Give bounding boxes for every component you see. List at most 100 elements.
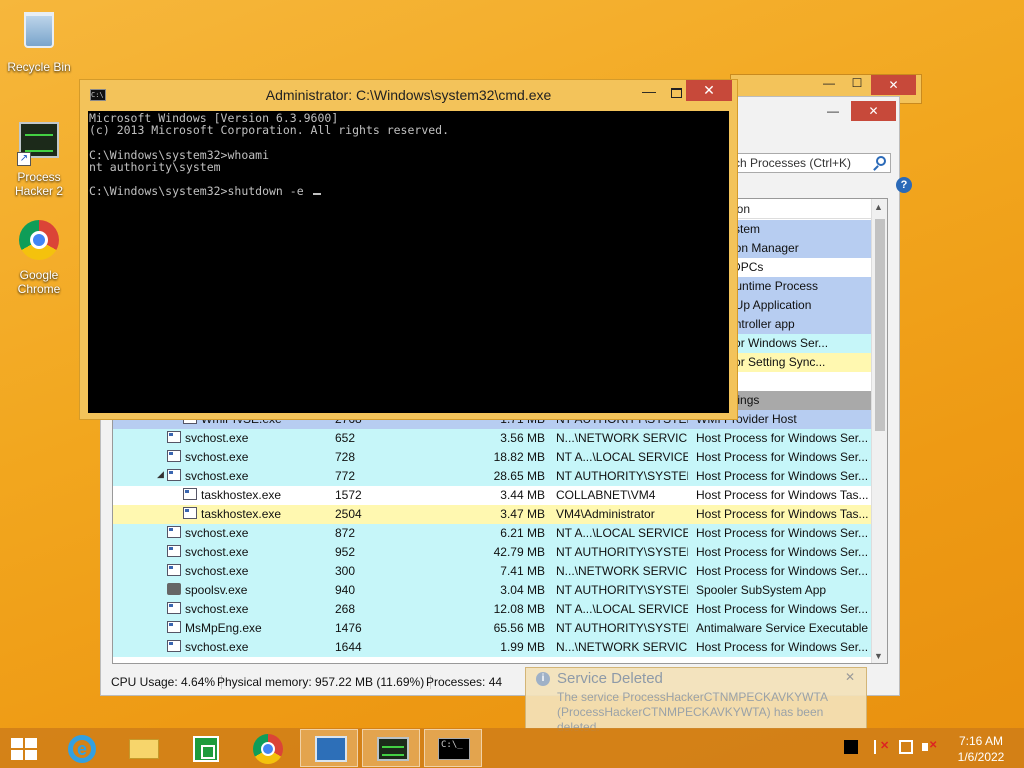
maximize-button[interactable]: [671, 88, 682, 98]
taskbar-process-hacker[interactable]: [362, 729, 420, 767]
table-row[interactable]: taskhostex.exe 2504 3.47 MB VM4\Administrat…: [113, 505, 873, 524]
table-row[interactable]: svchost.exe 268 12.08 MB NT A...\LOCAL SERV…: [113, 600, 873, 619]
physical-memory: Physical memory: 957.22 MB (11.69%): [217, 675, 432, 689]
network-status-icon[interactable]: [899, 740, 913, 754]
network-app-icon: [315, 736, 347, 762]
search-placeholder: ch Processes (Ctrl+K): [734, 156, 852, 170]
process-name: svchost.exe: [185, 564, 249, 578]
recycle-bin-icon: [17, 12, 61, 56]
process-name: svchost.exe: [185, 450, 249, 464]
process-pid: 1644: [335, 640, 362, 654]
process-user: NT A...\LOCAL SERVICE: [556, 526, 688, 540]
process-icon: [183, 488, 197, 500]
process-memory: 7.41 MB: [500, 564, 545, 578]
taskbar-network-app[interactable]: [300, 729, 358, 767]
process-description: Host Process for Windows Ser...: [696, 640, 869, 654]
process-user: NT AUTHORITY\SYSTEM: [556, 583, 688, 597]
process-memory: 1.99 MB: [500, 640, 545, 654]
cpu-usage: CPU Usage: 4.64%: [111, 675, 223, 689]
taskbar-file-explorer[interactable]: [114, 729, 172, 767]
process-memory: 6.21 MB: [500, 526, 545, 540]
clock-time: 7:16 AM: [958, 734, 1004, 748]
table-row[interactable]: taskhostex.exe 1572 3.44 MB COLLABNET\VM4 Ho…: [113, 486, 873, 505]
maximize-button[interactable]: [823, 101, 851, 121]
desktop-icon-google-chrome[interactable]: Google Chrome: [4, 218, 74, 296]
table-row[interactable]: spoolsv.exe 940 3.04 MB NT AUTHORITY\SYSTEM…: [113, 581, 873, 600]
process-pid: 1572: [335, 488, 362, 502]
process-name: MsMpEng.exe: [185, 621, 262, 635]
volume-muted-icon[interactable]: [922, 740, 937, 754]
console-output[interactable]: Microsoft Windows [Version 6.3.9600] (c)…: [88, 111, 729, 413]
table-row[interactable]: svchost.exe 728 18.82 MB NT A...\LOCAL SERV…: [113, 448, 873, 467]
process-name: svchost.exe: [185, 640, 249, 654]
folder-icon: [129, 739, 159, 759]
table-row[interactable]: ◢ svchost.exe 772 28.65 MB NT AUTHORITY\SYST…: [113, 467, 873, 486]
process-user: N...\NETWORK SERVICE: [556, 564, 688, 578]
taskbar-store[interactable]: [176, 729, 234, 767]
process-count: Processes: 44: [426, 675, 503, 689]
desktop-icon-process-hacker[interactable]: ↗ Process Hacker 2: [4, 118, 74, 198]
process-description: Host Process for Windows Ser...: [696, 564, 869, 578]
process-icon: [167, 450, 181, 462]
taskbar-chrome[interactable]: [238, 729, 296, 767]
action-center-flag-icon[interactable]: [874, 739, 889, 754]
desktop-icon-label: Google Chrome: [17, 268, 61, 296]
process-pid: 300: [335, 564, 356, 578]
process-pid: 268: [335, 602, 356, 616]
clock-date: 1/6/2022: [957, 750, 1005, 764]
process-memory: 12.08 MB: [493, 602, 545, 616]
process-description: Spooler SubSystem App: [696, 583, 827, 597]
close-button[interactable]: ✕: [871, 75, 916, 95]
process-description: Host Process for Windows Ser...: [696, 526, 869, 540]
scroll-up-icon[interactable]: ▲: [874, 202, 883, 212]
clock[interactable]: 7:16 AM 1/6/2022: [950, 733, 1012, 765]
store-icon: [193, 736, 219, 762]
table-row[interactable]: MsMpEng.exe 1476 65.56 MB NT AUTHORITY\SYST…: [113, 619, 873, 638]
help-icon[interactable]: ?: [896, 177, 912, 193]
process-pid: 652: [335, 431, 356, 445]
notification-close-button[interactable]: ✕: [845, 670, 855, 684]
process-hacker-icon: [377, 737, 409, 761]
cmd-window[interactable]: C:\ Administrator: C:\Windows\system32\c…: [79, 79, 738, 420]
maximize-button[interactable]: ☐: [843, 73, 871, 93]
taskbar-internet-explorer[interactable]: e: [52, 729, 110, 767]
table-row[interactable]: svchost.exe 872 6.21 MB NT A...\LOCAL SERVI…: [113, 524, 873, 543]
process-name: spoolsv.exe: [185, 583, 248, 597]
process-icon: [167, 431, 181, 443]
search-processes-input[interactable]: ch Processes (Ctrl+K): [729, 153, 891, 173]
process-icon: [167, 526, 181, 538]
close-button[interactable]: ✕: [686, 80, 732, 101]
desktop-icon-recycle-bin[interactable]: Recycle Bin: [4, 8, 74, 74]
tree-expander-icon[interactable]: ◢: [157, 469, 164, 480]
vertical-scrollbar[interactable]: ▲ ▼: [871, 199, 887, 663]
internet-explorer-icon: e: [68, 735, 96, 763]
info-icon: i: [536, 672, 550, 686]
search-icon[interactable]: [876, 156, 886, 166]
process-memory: 3.04 MB: [500, 583, 545, 597]
cmd-window-title: Administrator: C:\Windows\system32\cmd.e…: [265, 87, 552, 103]
taskbar-cmd[interactable]: C:\_: [424, 729, 482, 767]
minimize-button[interactable]: —: [642, 83, 656, 99]
close-button[interactable]: ✕: [851, 101, 896, 121]
process-user: N...\NETWORK SERVICE: [556, 640, 688, 654]
minimize-button[interactable]: —: [815, 73, 843, 93]
process-memory: 3.44 MB: [500, 488, 545, 502]
start-button[interactable]: [0, 729, 48, 767]
table-row[interactable]: svchost.exe 952 42.79 MB NT AUTHORITY\SYSTE…: [113, 543, 873, 562]
process-name: svchost.exe: [185, 602, 249, 616]
table-row[interactable]: svchost.exe 300 7.41 MB N...\NETWORK SERVIC…: [113, 562, 873, 581]
tray-app-icon[interactable]: [844, 740, 858, 754]
table-row[interactable]: svchost.exe 652 3.56 MB N...\NETWORK SERVIC…: [113, 429, 873, 448]
console-text: Microsoft Windows [Version 6.3.9600] (c)…: [89, 111, 450, 199]
process-user: NT AUTHORITY\SYSTEM: [556, 469, 688, 483]
notification-toast[interactable]: i Service Deleted ✕ The service ProcessH…: [525, 667, 867, 734]
process-icon: [167, 640, 181, 652]
scrollbar-thumb[interactable]: [875, 219, 885, 431]
table-row[interactable]: svchost.exe 1644 1.99 MB N...\NETWORK SERVI…: [113, 638, 873, 657]
process-name: svchost.exe: [185, 526, 249, 540]
process-icon: [183, 507, 197, 519]
cmd-titlebar[interactable]: C:\ Administrator: C:\Windows\system32\c…: [80, 80, 737, 108]
process-icon: [167, 564, 181, 576]
scroll-down-icon[interactable]: ▼: [874, 651, 883, 661]
notification-title: Service Deleted: [557, 670, 663, 687]
